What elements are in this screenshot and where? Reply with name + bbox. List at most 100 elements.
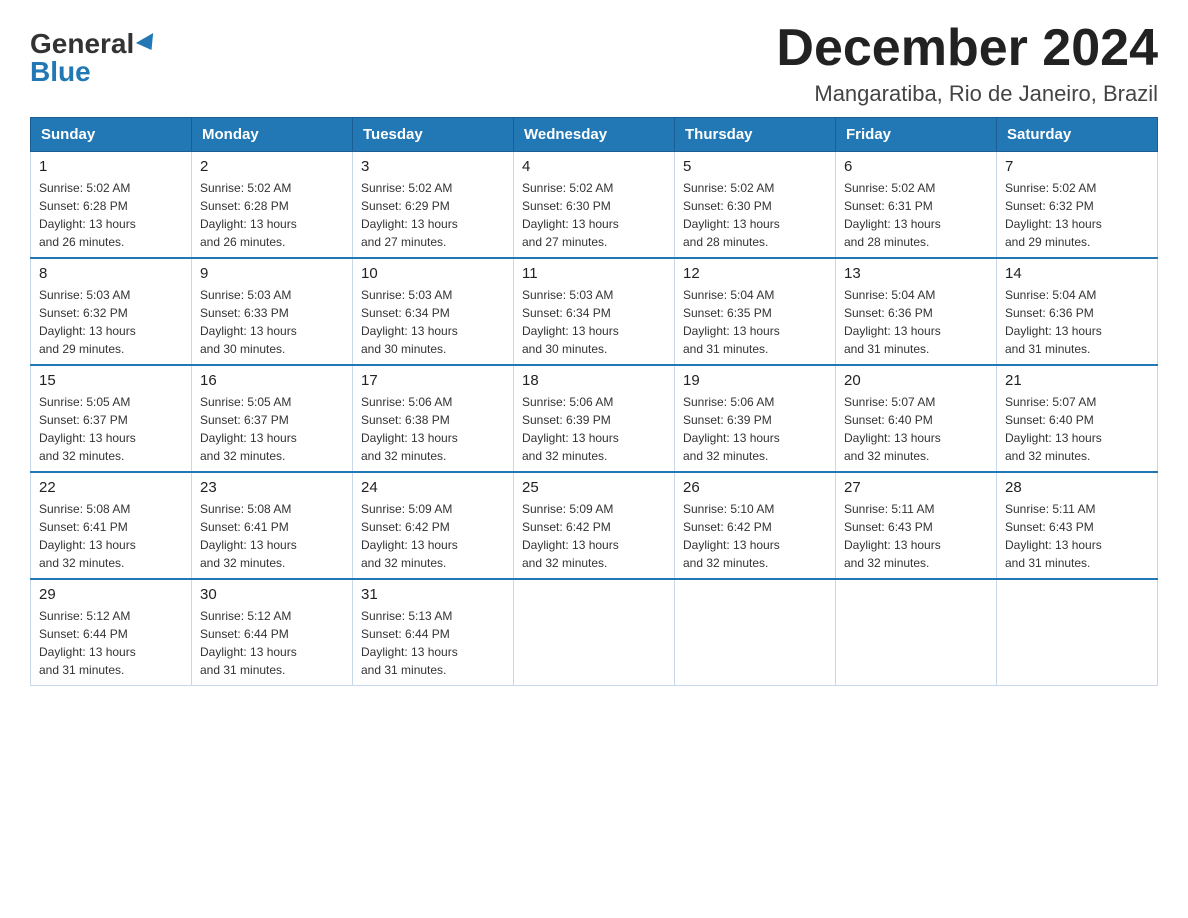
day-number: 9 [200,265,344,282]
day-info: Sunrise: 5:02 AM Sunset: 6:29 PM Dayligh… [361,179,505,251]
calendar-day-cell: 17 Sunrise: 5:06 AM Sunset: 6:38 PM Dayl… [353,365,514,472]
sunrise-label: Sunrise: 5:07 AM [844,395,935,409]
day-info: Sunrise: 5:03 AM Sunset: 6:32 PM Dayligh… [39,286,183,358]
daylight-label: Daylight: 13 hours [361,324,458,338]
day-number: 19 [683,372,827,389]
daylight-minutes: and 29 minutes. [39,342,124,356]
logo-general-text: General [30,30,134,58]
daylight-label: Daylight: 13 hours [361,431,458,445]
day-number: 8 [39,265,183,282]
day-info: Sunrise: 5:07 AM Sunset: 6:40 PM Dayligh… [844,393,988,465]
sunset-label: Sunset: 6:38 PM [361,413,450,427]
sunset-label: Sunset: 6:32 PM [1005,199,1094,213]
sunset-label: Sunset: 6:32 PM [39,306,128,320]
day-info: Sunrise: 5:09 AM Sunset: 6:42 PM Dayligh… [361,500,505,572]
daylight-minutes: and 31 minutes. [39,663,124,677]
sunset-label: Sunset: 6:42 PM [522,520,611,534]
calendar-week-row: 1 Sunrise: 5:02 AM Sunset: 6:28 PM Dayli… [31,152,1158,259]
location-title: Mangaratiba, Rio de Janeiro, Brazil [776,81,1158,107]
daylight-minutes: and 32 minutes. [683,449,768,463]
daylight-minutes: and 26 minutes. [200,235,285,249]
day-info: Sunrise: 5:11 AM Sunset: 6:43 PM Dayligh… [844,500,988,572]
day-info: Sunrise: 5:07 AM Sunset: 6:40 PM Dayligh… [1005,393,1149,465]
day-info: Sunrise: 5:09 AM Sunset: 6:42 PM Dayligh… [522,500,666,572]
daylight-label: Daylight: 13 hours [39,538,136,552]
calendar-day-cell: 13 Sunrise: 5:04 AM Sunset: 6:36 PM Dayl… [836,258,997,365]
sunrise-label: Sunrise: 5:13 AM [361,609,452,623]
day-number: 17 [361,372,505,389]
daylight-minutes: and 30 minutes. [522,342,607,356]
sunrise-label: Sunrise: 5:10 AM [683,502,774,516]
day-info: Sunrise: 5:03 AM Sunset: 6:34 PM Dayligh… [361,286,505,358]
sunset-label: Sunset: 6:30 PM [522,199,611,213]
calendar-day-cell: 6 Sunrise: 5:02 AM Sunset: 6:31 PM Dayli… [836,152,997,259]
sunrise-label: Sunrise: 5:02 AM [522,181,613,195]
day-number: 13 [844,265,988,282]
day-number: 30 [200,586,344,603]
daylight-minutes: and 27 minutes. [361,235,446,249]
day-number: 25 [522,479,666,496]
day-number: 2 [200,158,344,175]
daylight-minutes: and 27 minutes. [522,235,607,249]
sunrise-label: Sunrise: 5:05 AM [200,395,291,409]
daylight-label: Daylight: 13 hours [200,538,297,552]
daylight-label: Daylight: 13 hours [522,217,619,231]
daylight-minutes: and 31 minutes. [361,663,446,677]
day-info: Sunrise: 5:12 AM Sunset: 6:44 PM Dayligh… [39,607,183,679]
sunset-label: Sunset: 6:40 PM [844,413,933,427]
sunset-label: Sunset: 6:28 PM [39,199,128,213]
daylight-minutes: and 32 minutes. [39,449,124,463]
daylight-label: Daylight: 13 hours [683,324,780,338]
month-title: December 2024 [776,20,1158,77]
calendar-day-cell: 22 Sunrise: 5:08 AM Sunset: 6:41 PM Dayl… [31,472,192,579]
calendar-day-cell: 11 Sunrise: 5:03 AM Sunset: 6:34 PM Dayl… [514,258,675,365]
daylight-label: Daylight: 13 hours [39,217,136,231]
logo: General Blue [30,30,158,86]
calendar-day-cell [514,579,675,686]
calendar-day-cell: 8 Sunrise: 5:03 AM Sunset: 6:32 PM Dayli… [31,258,192,365]
daylight-label: Daylight: 13 hours [844,538,941,552]
logo-triangle-icon [136,33,160,55]
sunrise-label: Sunrise: 5:02 AM [1005,181,1096,195]
daylight-label: Daylight: 13 hours [844,217,941,231]
day-number: 28 [1005,479,1149,496]
day-info: Sunrise: 5:13 AM Sunset: 6:44 PM Dayligh… [361,607,505,679]
day-number: 23 [200,479,344,496]
daylight-label: Daylight: 13 hours [683,538,780,552]
day-of-week-header: Wednesday [514,118,675,152]
daylight-minutes: and 32 minutes. [844,556,929,570]
calendar-day-cell: 15 Sunrise: 5:05 AM Sunset: 6:37 PM Dayl… [31,365,192,472]
day-info: Sunrise: 5:04 AM Sunset: 6:35 PM Dayligh… [683,286,827,358]
daylight-minutes: and 29 minutes. [1005,235,1090,249]
day-info: Sunrise: 5:02 AM Sunset: 6:28 PM Dayligh… [39,179,183,251]
day-number: 31 [361,586,505,603]
day-of-week-header: Thursday [675,118,836,152]
daylight-label: Daylight: 13 hours [39,324,136,338]
sunrise-label: Sunrise: 5:02 AM [683,181,774,195]
calendar-header-row: SundayMondayTuesdayWednesdayThursdayFrid… [31,118,1158,152]
daylight-minutes: and 28 minutes. [683,235,768,249]
sunset-label: Sunset: 6:31 PM [844,199,933,213]
day-info: Sunrise: 5:11 AM Sunset: 6:43 PM Dayligh… [1005,500,1149,572]
sunset-label: Sunset: 6:43 PM [844,520,933,534]
sunrise-label: Sunrise: 5:03 AM [200,288,291,302]
calendar-day-cell [675,579,836,686]
title-section: December 2024 Mangaratiba, Rio de Janeir… [776,20,1158,107]
day-info: Sunrise: 5:04 AM Sunset: 6:36 PM Dayligh… [844,286,988,358]
sunset-label: Sunset: 6:44 PM [39,627,128,641]
sunset-label: Sunset: 6:43 PM [1005,520,1094,534]
daylight-label: Daylight: 13 hours [361,217,458,231]
day-of-week-header: Monday [192,118,353,152]
sunset-label: Sunset: 6:40 PM [1005,413,1094,427]
daylight-minutes: and 32 minutes. [1005,449,1090,463]
daylight-minutes: and 30 minutes. [200,342,285,356]
daylight-minutes: and 31 minutes. [1005,342,1090,356]
daylight-minutes: and 31 minutes. [1005,556,1090,570]
calendar-table: SundayMondayTuesdayWednesdayThursdayFrid… [30,117,1158,686]
daylight-label: Daylight: 13 hours [200,431,297,445]
day-info: Sunrise: 5:02 AM Sunset: 6:30 PM Dayligh… [683,179,827,251]
day-number: 12 [683,265,827,282]
calendar-day-cell: 14 Sunrise: 5:04 AM Sunset: 6:36 PM Dayl… [997,258,1158,365]
calendar-day-cell: 25 Sunrise: 5:09 AM Sunset: 6:42 PM Dayl… [514,472,675,579]
daylight-minutes: and 32 minutes. [844,449,929,463]
